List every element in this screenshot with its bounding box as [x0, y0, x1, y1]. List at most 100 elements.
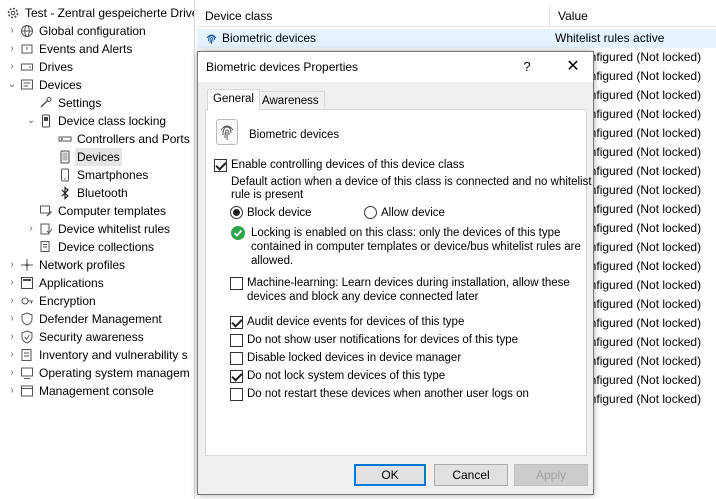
- allow-device-label: Allow device: [381, 207, 445, 219]
- tree-item-defender-management[interactable]: › Defender Management: [6, 310, 161, 328]
- machine-learning-label: Machine-learning: Learn devices during i…: [247, 277, 570, 289]
- tree-item-settings[interactable]: Settings: [25, 94, 101, 112]
- tree-item-label: Events and Alerts: [39, 42, 133, 56]
- option-checkbox[interactable]: [230, 316, 243, 329]
- drive-icon: [20, 60, 34, 74]
- expand-chevron-icon[interactable]: ›: [6, 274, 18, 292]
- tree-item-label: Inventory and vulnerability s: [39, 348, 188, 362]
- tree-item-controllers-and-ports[interactable]: Controllers and Ports: [44, 130, 190, 148]
- expand-chevron-icon[interactable]: ›: [6, 346, 18, 364]
- tree-item-device-whitelist-rules[interactable]: › Device whitelist rules: [25, 220, 170, 238]
- template-icon: [39, 204, 53, 218]
- expand-chevron-icon[interactable]: ›: [25, 220, 37, 238]
- expand-chevron-icon[interactable]: ›: [6, 382, 18, 400]
- tree-item-computer-templates[interactable]: Computer templates: [25, 202, 166, 220]
- expand-chevron-icon[interactable]: ›: [6, 328, 18, 346]
- expand-chevron-icon[interactable]: ›: [6, 292, 18, 310]
- expand-chevron-icon[interactable]: ›: [6, 40, 18, 58]
- option-checkbox[interactable]: [230, 388, 243, 401]
- tree-item-devices[interactable]: Devices: [44, 148, 122, 166]
- cancel-button[interactable]: Cancel: [434, 464, 508, 486]
- locking-info-text: Locking is enabled on this class: only t…: [251, 227, 561, 239]
- tree-item-applications[interactable]: › Applications: [6, 274, 104, 292]
- whitelist-icon: [39, 222, 53, 236]
- enable-control-checkbox[interactable]: [214, 159, 227, 172]
- os-icon: [20, 366, 34, 380]
- tree-item-bluetooth[interactable]: Bluetooth: [44, 184, 128, 202]
- tree-item-label: Operating system managem: [39, 366, 190, 380]
- navigation-tree: Test - Zentral gespeicherte Drive › Global…: [0, 0, 195, 499]
- tree-item-device-collections[interactable]: Device collections: [25, 238, 154, 256]
- dialog-title: Biometric devices Properties: [206, 60, 359, 74]
- tree-item-label: Management console: [39, 384, 154, 398]
- expand-chevron-icon[interactable]: ›: [6, 22, 18, 40]
- tree-item-smartphones[interactable]: Smartphones: [44, 166, 148, 184]
- tree-item-label: Settings: [58, 96, 102, 110]
- tree-item-encryption[interactable]: › Encryption: [6, 292, 95, 310]
- option-label: Do not show user notifications for devic…: [247, 334, 519, 346]
- applications-icon: [20, 276, 34, 290]
- tree-item-inventory-and-vulnerability-s[interactable]: › Inventory and vulnerability s: [6, 346, 188, 364]
- option-label: Do not lock system devices of this type: [247, 370, 446, 382]
- option-checkbox[interactable]: [230, 334, 243, 347]
- row-device-name: Biometric devices: [222, 31, 317, 45]
- expand-chevron-icon[interactable]: ›: [6, 364, 18, 382]
- tab-general[interactable]: General: [207, 89, 260, 111]
- expand-chevron-icon[interactable]: ›: [6, 58, 18, 76]
- option-label: Audit device events for devices of this …: [247, 316, 465, 328]
- tree-item-label: Device collections: [58, 240, 155, 254]
- collapse-chevron-icon[interactable]: ⌄: [25, 112, 37, 130]
- block-device-radio[interactable]: [230, 206, 243, 219]
- tree-item-label: Device class locking: [58, 114, 167, 128]
- row-value: Whitelist rules active: [555, 31, 665, 45]
- option-checkbox[interactable]: [230, 370, 243, 383]
- collapse-chevron-icon[interactable]: ⌄: [6, 76, 18, 94]
- option-label: Disable locked devices in device manager: [247, 352, 462, 364]
- close-icon: ✕: [566, 58, 580, 75]
- table-row-biometric[interactable]: Biometric devices Whitelist rules active: [197, 29, 716, 48]
- column-header-device-class[interactable]: Device class: [197, 5, 549, 27]
- tree-item-global-configuration[interactable]: › Global configuration: [6, 22, 145, 40]
- table-header: Device class Value: [197, 5, 716, 27]
- success-check-icon: [231, 226, 245, 240]
- collection-icon: [39, 240, 53, 254]
- tree-item-management-console[interactable]: › Management console: [6, 382, 154, 400]
- tree-item-label: Security awareness: [39, 330, 144, 344]
- tree-item-drives[interactable]: › Drives: [6, 58, 73, 76]
- tab-awareness[interactable]: Awareness: [256, 91, 325, 111]
- tree-item-test-zentral-gespeicherte-drive[interactable]: Test - Zentral gespeicherte Drive: [6, 4, 194, 22]
- inventory-icon: [20, 348, 34, 362]
- tree-item-label: Bluetooth: [77, 186, 128, 200]
- ok-button[interactable]: OK: [354, 464, 426, 486]
- fingerprint-reader-icon: [216, 119, 238, 145]
- tree-item-label: Controllers and Ports: [77, 132, 190, 146]
- tree-item-security-awareness[interactable]: › Security awareness: [6, 328, 144, 346]
- tree-item-label: Applications: [39, 276, 104, 290]
- network-icon: [20, 258, 34, 272]
- help-button[interactable]: ?: [516, 56, 538, 78]
- expand-chevron-icon[interactable]: ›: [6, 310, 18, 328]
- expand-chevron-icon[interactable]: ›: [6, 256, 18, 274]
- tree-item-label: Device whitelist rules: [58, 222, 171, 236]
- tree-item-label: Smartphones: [77, 168, 149, 182]
- close-button[interactable]: ✕: [558, 56, 588, 78]
- tree-item-devices[interactable]: ⌄ Devices: [6, 76, 82, 94]
- column-header-value[interactable]: Value: [549, 5, 716, 27]
- tree-item-device-class-locking[interactable]: ⌄ Device class locking: [25, 112, 166, 130]
- tree-item-label: Devices: [39, 78, 82, 92]
- console-icon: [20, 384, 34, 398]
- awareness-icon: [20, 330, 34, 344]
- gear-icon: [6, 6, 20, 20]
- option-checkbox[interactable]: [230, 352, 243, 365]
- apply-button[interactable]: Apply: [514, 464, 588, 486]
- tree-item-label: Network profiles: [39, 258, 126, 272]
- device-icon: [58, 150, 72, 164]
- device-class-name: Biometric devices: [249, 129, 340, 141]
- allow-device-radio[interactable]: [364, 206, 377, 219]
- controller-icon: [58, 132, 72, 146]
- machine-learning-checkbox[interactable]: [230, 277, 243, 290]
- tree-item-events-and-alerts[interactable]: › Events and Alerts: [6, 40, 132, 58]
- tree-item-network-profiles[interactable]: › Network profiles: [6, 256, 125, 274]
- tree-item-operating-system-managem[interactable]: › Operating system managem: [6, 364, 190, 382]
- tree-item-label: Devices: [75, 148, 122, 166]
